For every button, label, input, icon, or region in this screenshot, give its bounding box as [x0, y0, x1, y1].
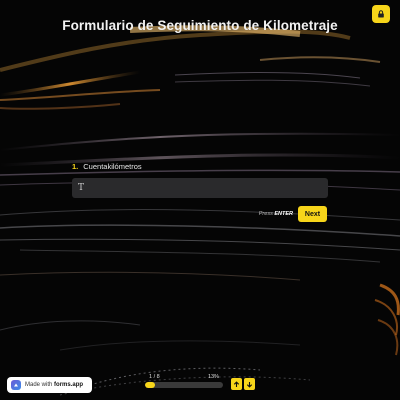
background-light-trails: [0, 25, 400, 396]
next-question-button[interactable]: [244, 378, 255, 390]
arrow-up-icon: [233, 380, 240, 387]
made-with-text: Made with forms.app: [25, 382, 84, 388]
progress-count: 1 / 8: [149, 374, 160, 380]
odometer-input[interactable]: T: [72, 178, 328, 198]
question-block: 1. Cuentakilómetros T: [72, 160, 328, 198]
navigation-arrows: [231, 378, 255, 390]
made-with-badge[interactable]: Made with forms.app: [7, 377, 92, 393]
previous-question-button[interactable]: [231, 378, 242, 390]
question-text: Cuentakilómetros: [83, 161, 142, 171]
progress-fill: [145, 382, 156, 388]
forms-app-logo-icon: [11, 380, 21, 390]
form-title: Formulario de Seguimiento de Kilometraje: [62, 18, 338, 33]
next-button[interactable]: Next: [298, 206, 327, 222]
progress-track: [145, 382, 223, 388]
text-cursor-icon: T: [78, 183, 85, 193]
question-label: 1. Cuentakilómetros: [72, 160, 328, 172]
progress-percent: 13%: [207, 374, 219, 380]
progress-indicator: 1 / 8 13%: [145, 374, 223, 388]
actions-bar: Press ENTER Next: [259, 206, 327, 222]
question-number: 1.: [72, 161, 79, 171]
arrow-down-icon: [246, 381, 253, 388]
press-enter-hint: Press ENTER: [258, 211, 293, 217]
lock-icon: [378, 10, 384, 18]
